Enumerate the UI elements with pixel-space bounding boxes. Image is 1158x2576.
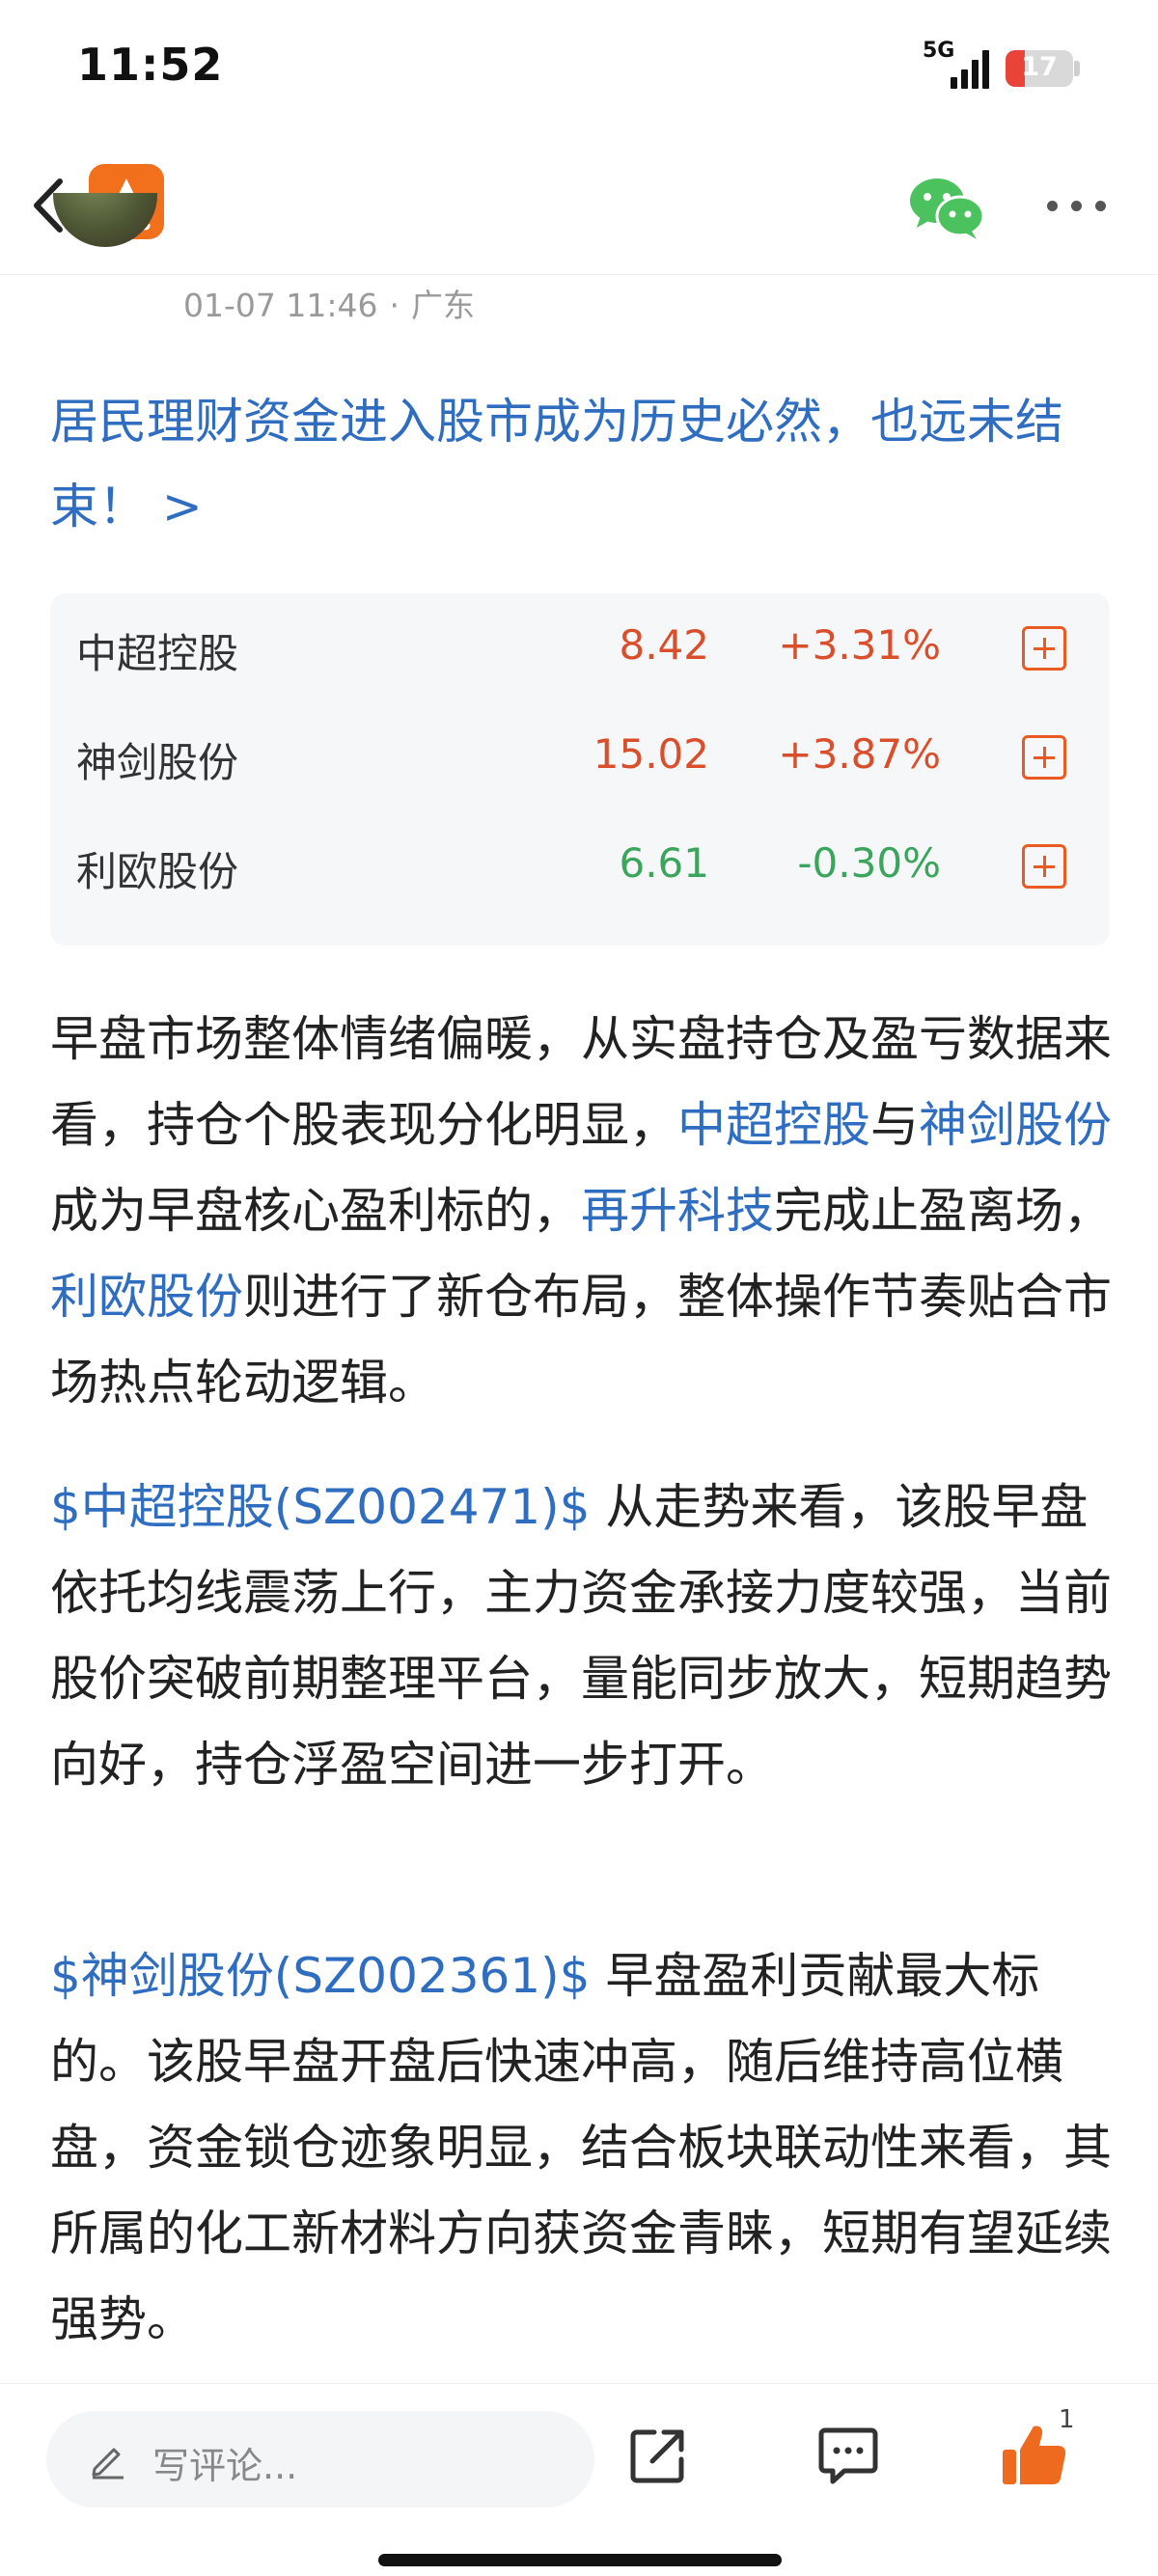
- home-indicator[interactable]: [378, 2554, 782, 2566]
- more-icon[interactable]: [1047, 201, 1107, 214]
- like-count: 1: [1059, 2405, 1075, 2434]
- status-bar: 11:52 5G 17: [0, 0, 1158, 145]
- battery-icon: 17: [1006, 50, 1073, 87]
- meta-separator: ·: [389, 287, 400, 324]
- pencil-icon: [87, 2438, 129, 2480]
- stock-card: 中超控股 8.42 +3.31% 神剑股份 15.02 +3.87% 利欧股份 …: [50, 593, 1110, 945]
- avatar[interactable]: [53, 193, 157, 318]
- stock-change: +3.31%: [778, 621, 941, 669]
- stock-link[interactable]: 再升科技: [581, 1183, 774, 1239]
- stock-row[interactable]: 神剑股份 15.02 +3.87%: [50, 702, 1110, 799]
- text-segment: 成为早盘核心盈利标的，: [50, 1183, 581, 1239]
- status-time: 11:52: [77, 39, 224, 91]
- post-location: 广东: [410, 287, 475, 324]
- text-segment: 完成止盈离场，: [774, 1183, 1112, 1239]
- stock-price: 8.42: [619, 621, 709, 669]
- paragraph-1: 早盘市场整体情绪偏暖，从实盘持仓及盈亏数据来看，持仓个股表现分化明显，中超控股与…: [50, 997, 1121, 1426]
- stock-name: 中超控股: [76, 630, 239, 677]
- comment-input[interactable]: 写评论...: [46, 2411, 594, 2507]
- signal-icon: [951, 48, 989, 89]
- stock-name: 利欧股份: [76, 848, 239, 895]
- stock-link[interactable]: 中超控股: [677, 1097, 870, 1153]
- paragraph-2: $中超控股(SZ002471)$ 从走势来看，该股早盘依托均线震荡上行，主力资金…: [50, 1465, 1121, 1808]
- post-meta: 01-07 11:46 · 广东: [183, 280, 475, 326]
- nav-bar: ▲ 股吧: [0, 145, 1158, 275]
- post-title[interactable]: 居民理财资金进入股市成为历史必然，也远未结束！ >: [50, 379, 1121, 549]
- add-watchlist-icon[interactable]: [1022, 844, 1066, 889]
- comment-placeholder: 写评论...: [152, 2445, 298, 2487]
- paragraph-3: $神剑股份(SZ002361)$ 早盘盈利贡献最大标的。该股早盘开盘后快速冲高，…: [50, 1933, 1121, 2363]
- stock-row[interactable]: 利欧股份 6.61 -0.30%: [50, 811, 1110, 908]
- share-icon[interactable]: [627, 2425, 689, 2486]
- stock-link[interactable]: 利欧股份: [50, 1269, 243, 1325]
- bottom-bar: 写评论... 1: [0, 2383, 1158, 2576]
- battery-level: 17: [1021, 52, 1058, 82]
- stock-link[interactable]: $神剑股份(SZ002361)$: [50, 1948, 605, 2004]
- text-segment: 早盘盈利贡献最大标的。该股早盘开盘后快速冲高，随后维持高位横盘，资金锁仓迹象明显…: [50, 1948, 1112, 2347]
- comments-icon[interactable]: [815, 2426, 881, 2486]
- add-watchlist-icon[interactable]: [1022, 735, 1066, 780]
- stock-link[interactable]: 神剑股份: [919, 1097, 1112, 1153]
- add-watchlist-icon[interactable]: [1022, 626, 1066, 671]
- stock-price: 6.61: [619, 839, 709, 887]
- wechat-icon[interactable]: [907, 174, 986, 241]
- stock-link[interactable]: $中超控股(SZ002471)$: [50, 1479, 605, 1535]
- stock-change: +3.87%: [778, 730, 941, 778]
- stock-change: -0.30%: [797, 839, 941, 887]
- battery-tip: [1074, 61, 1080, 76]
- stock-price: 15.02: [593, 730, 709, 778]
- stock-row[interactable]: 中超控股 8.42 +3.31%: [50, 593, 1110, 690]
- post-date: 01-07 11:46: [183, 287, 378, 324]
- stock-name: 神剑股份: [76, 739, 239, 786]
- text-segment: 与: [870, 1097, 919, 1153]
